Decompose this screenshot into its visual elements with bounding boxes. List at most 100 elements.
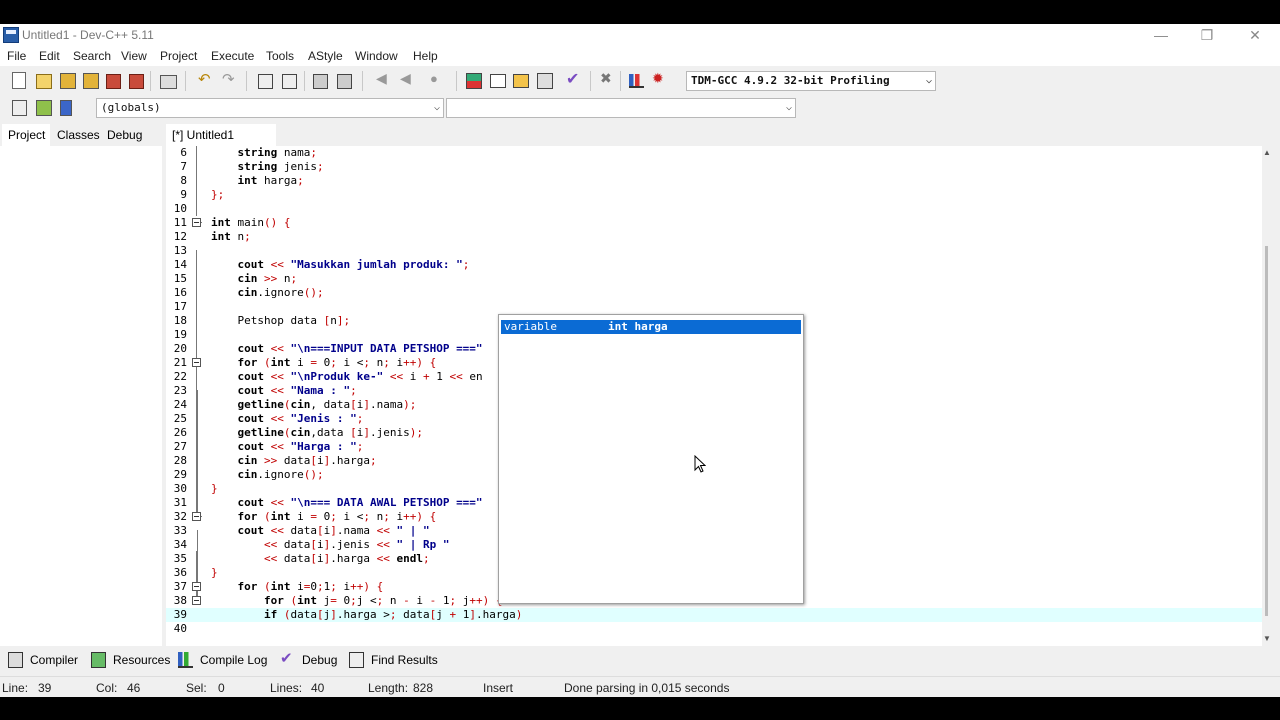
undo-icon[interactable]: ↶	[198, 70, 216, 88]
save-icon[interactable]	[60, 73, 76, 89]
tab-classes[interactable]: Classes	[57, 128, 100, 142]
tab-debug[interactable]: Debug	[107, 128, 142, 142]
menu-edit[interactable]: Edit	[39, 49, 60, 63]
code-line[interactable]: 16 cin.ignore();	[166, 286, 1262, 300]
editor-tab-untitled1[interactable]: [*] Untitled1	[166, 124, 276, 146]
line-number: 38	[173, 594, 187, 607]
status-mode: Insert	[483, 681, 514, 695]
fold-toggle-icon[interactable]	[192, 582, 201, 591]
new-project-icon[interactable]	[12, 100, 27, 116]
line-number: 36	[173, 566, 187, 579]
toggle-comment-icon[interactable]: ●	[430, 71, 448, 89]
tab-resources[interactable]: Resources	[113, 653, 170, 667]
code-text: cout << "Nama : ";	[237, 384, 357, 397]
code-line[interactable]: 40	[166, 622, 1262, 636]
code-text: }	[211, 482, 218, 495]
autocomplete-popup[interactable]: variable int harga	[498, 314, 804, 604]
menu-bar: File Edit Search View Project Execute To…	[0, 46, 1280, 66]
menu-project[interactable]: Project	[160, 49, 197, 63]
code-line[interactable]: 17	[166, 300, 1262, 314]
fold-toggle-icon[interactable]	[192, 596, 201, 605]
fold-toggle-icon[interactable]	[192, 218, 201, 227]
tab-debug-output[interactable]: Debug	[302, 653, 337, 667]
code-line[interactable]: 9};	[166, 188, 1262, 202]
stop-execution-icon[interactable]: ✖	[600, 70, 618, 88]
close-file-icon[interactable]	[106, 74, 121, 89]
menu-file[interactable]: File	[7, 49, 26, 63]
fold-toggle-icon[interactable]	[192, 512, 201, 521]
save-all-icon[interactable]	[83, 73, 99, 89]
replace-icon[interactable]	[282, 74, 297, 89]
line-number: 11	[173, 216, 187, 229]
close-button[interactable]: ✕	[1232, 24, 1278, 46]
editor-vertical-scrollbar[interactable]: ▲ ▼	[1262, 146, 1274, 646]
run-icon[interactable]	[490, 74, 506, 88]
status-line-value: 39	[38, 681, 52, 695]
scroll-up-icon[interactable]: ▲	[1263, 148, 1271, 157]
code-line[interactable]: 11 int main() {	[166, 216, 1262, 230]
menu-astyle[interactable]: AStyle	[308, 49, 343, 63]
code-text: cout << "Jenis : ";	[237, 412, 364, 425]
menu-tools[interactable]: Tools	[266, 49, 294, 63]
debug-bug-icon[interactable]: ✹	[652, 70, 670, 88]
devcpp-app-icon	[3, 27, 19, 43]
code-line[interactable]: 15 cin >> n;	[166, 272, 1262, 286]
tab-project[interactable]: Project	[8, 128, 45, 142]
rebuild-all-icon[interactable]	[537, 73, 553, 89]
scrollbar-thumb[interactable]	[1265, 246, 1268, 616]
status-line-label: Line:	[2, 681, 29, 695]
code-text: cout << data[i].nama << " | "	[237, 524, 430, 537]
code-line[interactable]: 13	[166, 244, 1262, 258]
compiler-select[interactable]: TDM-GCC 4.9.2 32-bit Profiling ⌵	[686, 71, 936, 91]
maximize-button[interactable]: ❐	[1184, 24, 1230, 46]
members-select[interactable]: ⌵	[446, 98, 796, 118]
tab-compiler[interactable]: Compiler	[30, 653, 78, 667]
print-icon[interactable]	[160, 75, 177, 89]
code-line[interactable]: 12 int n;	[166, 230, 1262, 244]
redo-icon[interactable]: ↷	[222, 70, 240, 88]
indent-left-icon[interactable]: ◀	[376, 70, 394, 88]
line-number: 40	[173, 622, 187, 635]
code-text: cout << "Masukkan jumlah produk: ";	[237, 258, 470, 271]
close-all-icon[interactable]	[129, 74, 144, 89]
code-line[interactable]: 8 int harga;	[166, 174, 1262, 188]
project-panel[interactable]	[0, 146, 162, 646]
line-number: 10	[173, 202, 187, 215]
compile-run-icon[interactable]	[513, 74, 529, 88]
find-icon[interactable]	[258, 74, 273, 89]
autocomplete-item-selected[interactable]: variable int harga	[501, 320, 801, 334]
code-line[interactable]: 14 cout << "Masukkan jumlah produk: ";	[166, 258, 1262, 272]
menu-search[interactable]: Search	[73, 49, 111, 63]
code-line[interactable]: 39 if (data[j].harga >; data[j + 1].harg…	[166, 608, 1262, 622]
menu-view[interactable]: View	[121, 49, 147, 63]
add-to-project-icon[interactable]	[36, 100, 52, 116]
menu-execute[interactable]: Execute	[211, 49, 254, 63]
indent-right-icon[interactable]: ◀	[400, 70, 418, 88]
new-file-icon[interactable]	[12, 72, 26, 89]
goto-line-icon[interactable]	[313, 74, 328, 89]
globals-select[interactable]: (globals) ⌵	[96, 98, 444, 118]
code-line[interactable]: 7 string jenis;	[166, 160, 1262, 174]
code-line[interactable]: 10	[166, 202, 1262, 216]
project-options-icon[interactable]	[60, 100, 72, 116]
tab-find-results[interactable]: Find Results	[371, 653, 438, 667]
tab-compile-log[interactable]: Compile Log	[200, 653, 267, 667]
code-text: getline(cin, data[i].nama);	[237, 398, 417, 411]
code-text: cin >> data[i].harga;	[237, 454, 377, 467]
bookmark-icon[interactable]	[337, 74, 352, 89]
profile-chart-icon[interactable]	[629, 74, 644, 88]
line-number: 31	[173, 496, 187, 509]
menu-window[interactable]: Window	[355, 49, 398, 63]
menu-help[interactable]: Help	[413, 49, 438, 63]
scroll-down-icon[interactable]: ▼	[1263, 634, 1271, 643]
open-folder-icon[interactable]	[36, 74, 52, 89]
syntax-check-icon[interactable]: ✔	[566, 69, 584, 88]
code-text: for (int i=0;1; i++) {	[237, 580, 384, 593]
line-number: 20	[173, 342, 187, 355]
fold-toggle-icon[interactable]	[192, 358, 201, 367]
minimize-button[interactable]: —	[1138, 24, 1184, 46]
left-panel-tabs: Project Classes Debug	[0, 124, 162, 146]
compile-icon[interactable]	[466, 73, 482, 89]
resources-icon	[91, 652, 106, 668]
code-line[interactable]: 6 string nama;	[166, 146, 1262, 160]
